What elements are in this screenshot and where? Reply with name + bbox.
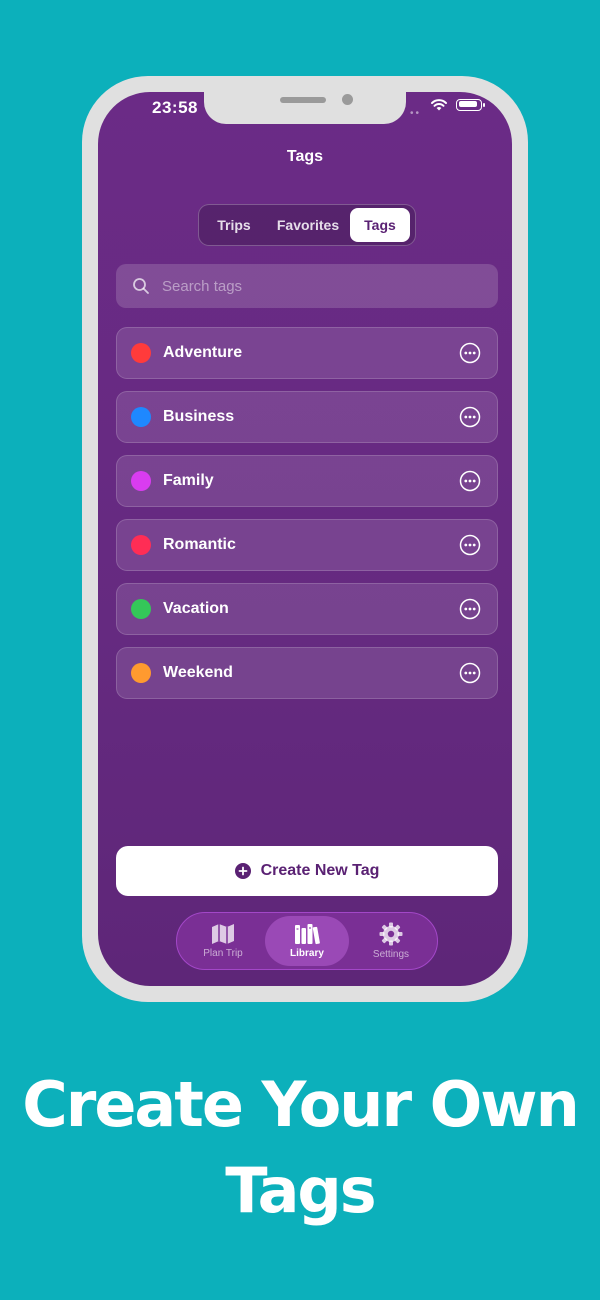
tag-color-dot (131, 663, 151, 683)
search-bar[interactable] (116, 264, 498, 308)
tab-plan-trip[interactable]: Plan Trip (181, 916, 265, 966)
tag-name: Weekend (163, 664, 233, 681)
search-icon (133, 278, 149, 294)
gear-icon (379, 922, 403, 946)
status-icons (430, 98, 485, 111)
create-new-tag-button[interactable]: Create New Tag (116, 846, 498, 896)
more-options-icon[interactable] (459, 406, 481, 428)
search-input[interactable] (160, 276, 484, 296)
tag-list: Adventure Business Family Romantic Vacat… (116, 327, 498, 711)
tab-library[interactable]: Library (265, 916, 349, 966)
more-options-icon[interactable] (459, 470, 481, 492)
books-icon (295, 924, 320, 945)
status-time: 23:58 (152, 98, 198, 117)
speaker-grille (280, 97, 326, 103)
tag-row-weekend[interactable]: Weekend (116, 647, 498, 699)
segment-favorites[interactable]: Favorites (266, 208, 350, 242)
map-icon (212, 924, 234, 944)
more-options-icon[interactable] (459, 342, 481, 364)
more-options-icon[interactable] (459, 534, 481, 556)
tag-color-dot (131, 471, 151, 491)
tag-name: Romantic (163, 536, 236, 553)
tag-color-dot (131, 599, 151, 619)
tag-color-dot (131, 407, 151, 427)
plus-circle-icon (234, 863, 251, 879)
tag-color-dot (131, 343, 151, 363)
headline-line-1: Create Your Own (22, 1068, 579, 1141)
more-options-icon[interactable] (459, 662, 481, 684)
phone-screen: 23:58 •• Tags Trips Favorites Tags Adven… (98, 92, 512, 986)
tab-label: Settings (372, 949, 410, 960)
tag-row-business[interactable]: Business (116, 391, 498, 443)
tab-label: Library (290, 948, 324, 959)
notch (204, 92, 406, 124)
promo-headline: Create Your Own Tags (0, 1062, 600, 1234)
segment-tags[interactable]: Tags (350, 208, 410, 242)
tab-label: Plan Trip (203, 948, 243, 959)
battery-icon (456, 98, 485, 111)
create-new-tag-label: Create New Tag (260, 862, 380, 879)
tag-name: Business (163, 408, 235, 425)
tag-name: Family (163, 472, 214, 489)
front-camera (342, 94, 353, 105)
tag-name: Vacation (163, 600, 229, 617)
tab-bar: Plan Trip Library Settings (176, 912, 438, 970)
wifi-icon (431, 99, 447, 111)
headline-line-2: Tags (225, 1154, 376, 1227)
cellular-icon: •• (410, 108, 422, 119)
tag-row-family[interactable]: Family (116, 455, 498, 507)
page-title: Tags (286, 148, 324, 165)
segment-trips[interactable]: Trips (202, 208, 266, 242)
segmented-control: Trips Favorites Tags (198, 204, 416, 246)
tab-settings[interactable]: Settings (349, 916, 433, 966)
tag-color-dot (131, 535, 151, 555)
more-options-icon[interactable] (459, 598, 481, 620)
tag-row-romantic[interactable]: Romantic (116, 519, 498, 571)
tag-name: Adventure (163, 344, 243, 361)
tag-row-adventure[interactable]: Adventure (116, 327, 498, 379)
tag-row-vacation[interactable]: Vacation (116, 583, 498, 635)
